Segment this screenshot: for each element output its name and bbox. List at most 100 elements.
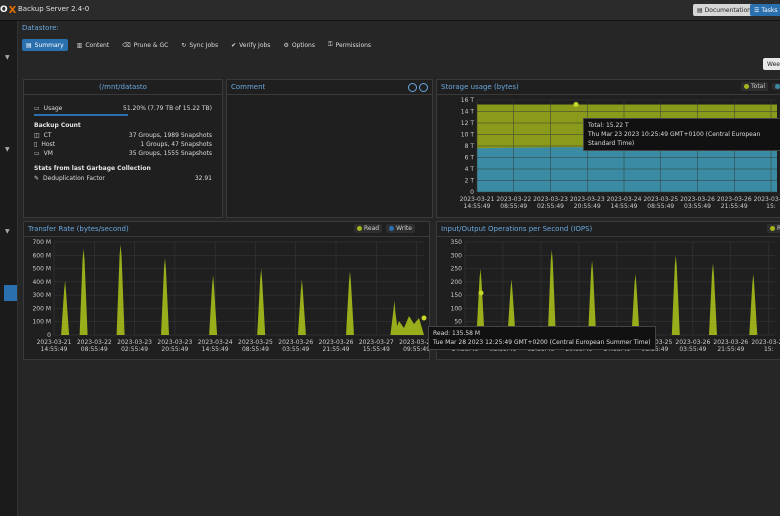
x-tick-label: 2023-03-23 [157, 339, 192, 346]
x-tick-label: 2023-03-21 [460, 196, 495, 203]
summary-title: (/mnt/datasto [24, 80, 222, 95]
series-read-peak [61, 280, 70, 335]
x-tick-label: 2023-03-26 [278, 339, 313, 346]
y-tick-label: 2 T [465, 178, 475, 185]
iops-chart-title: Input/Output Operations per Second (IOPS… [437, 222, 780, 237]
documentation-button[interactable]: ▤ Documentation [693, 4, 755, 16]
series-used-area [477, 147, 777, 192]
hdd-icon: ▭ [34, 105, 40, 112]
x-tick-label: 2023-03-27 [754, 196, 780, 203]
series-read-peak [161, 257, 169, 335]
legend-read[interactable]: Read [354, 224, 383, 233]
x-tick-label: 2023-03-26 [319, 339, 354, 346]
y-tick-label: 400 M [32, 279, 51, 286]
app-title: Backup Server 2.4-0 [18, 5, 90, 13]
comment-title: Comment [227, 80, 432, 95]
series-read-peak [709, 263, 717, 335]
sidebar: ▼ ▼ ▼ [0, 21, 18, 516]
x-tick-label: 2023-03-26 [675, 339, 710, 346]
x-tick-label: 09:55:49 [403, 346, 429, 353]
x-tick-label: 02:55:49 [537, 203, 564, 210]
x-tick-label: 2023-03-27 [359, 339, 394, 346]
x-tick-label: 08:55:49 [500, 203, 527, 210]
series-read-peak [209, 275, 218, 335]
y-tick-label: 350 [451, 239, 463, 246]
sidebar-item-selected[interactable] [4, 285, 17, 301]
chevron-down-icon[interactable]: ▼ [5, 228, 10, 235]
transfer-chart-panel: Transfer Rate (bytes/second) Read Write … [23, 221, 430, 360]
x-tick-label: 2023-03-22 [77, 339, 112, 346]
tab-sync-jobs[interactable]: ↻ Sync Jobs [177, 39, 222, 51]
hover-point [478, 290, 484, 296]
y-tick-label: 600 M [32, 252, 51, 259]
y-tick-label: 50 [454, 319, 462, 326]
x-tick-label: 21:55:49 [717, 346, 744, 353]
x-tick-label: 2023-03-24 [607, 196, 642, 203]
y-tick-label: 100 M [32, 319, 51, 326]
series-read-peak [116, 244, 125, 335]
legend-write[interactable]: Write [386, 224, 415, 233]
columns-icon: ▥ [76, 41, 83, 49]
legend-read-dot [357, 226, 362, 231]
tab-content[interactable]: ▥ Content [73, 39, 114, 51]
legend-used-dot [775, 84, 780, 89]
chevron-down-icon[interactable]: ▼ [5, 54, 10, 61]
book-icon: ▤ [26, 41, 32, 49]
x-tick-label: 08:55:49 [242, 346, 269, 353]
legend-total[interactable]: Total [741, 82, 769, 91]
tab-verify-jobs[interactable]: ✔ Verify Jobs [227, 39, 274, 51]
x-tick-label: 2023-03-25 [238, 339, 273, 346]
x-tick-label: 14:55:49 [464, 203, 491, 210]
proxmox-logo: OX [0, 4, 17, 16]
x-tick-label: 2023-03-26 [717, 196, 752, 203]
legend-read[interactable]: R [767, 224, 780, 233]
x-tick-label: 2023-03-27 [751, 339, 780, 346]
tab-bar: ▤ Summary ▥ Content ⌫ Prune & GC ↻ Sync Jobs ✔ Ve… [22, 39, 375, 51]
legend-write-dot [389, 226, 395, 231]
x-tick-label: 2023-03-28 [399, 339, 429, 346]
y-tick-label: 4 T [465, 166, 475, 173]
y-tick-label: 10 T [461, 132, 475, 139]
x-tick-label: 2023-03-23 [117, 339, 152, 346]
x-tick-label: 2023-03-23 [533, 196, 568, 203]
x-tick-label: 21:55:49 [323, 346, 350, 353]
chevron-down-icon[interactable]: ▼ [5, 146, 10, 153]
y-tick-label: 150 [451, 292, 463, 299]
tab-prune-gc[interactable]: ⌫ Prune & GC [118, 39, 172, 51]
gc-stats-title: Stats from last Garbage Collection [34, 165, 151, 172]
legend-used[interactable] [772, 83, 780, 90]
series-read-peak [547, 249, 556, 335]
tab-summary[interactable]: ▤ Summary [22, 39, 68, 51]
y-tick-label: 250 [451, 266, 463, 273]
tasks-button[interactable]: ☰ Tasks [750, 4, 780, 16]
storage-tooltip: Total: 15.22 T Thu Mar 23 2023 10:25:49 … [583, 118, 780, 151]
series-read-peak [749, 273, 758, 335]
y-tick-label: 12 T [461, 120, 475, 127]
x-tick-label: 08:55:49 [81, 346, 108, 353]
y-tick-label: 0 [470, 189, 474, 196]
x-tick-label: 2023-03-26 [680, 196, 715, 203]
legend-read-dot [770, 226, 775, 231]
series-read-peak [346, 271, 354, 335]
x-tick-label: 2023-03-21 [37, 339, 72, 346]
edit-icon[interactable] [419, 83, 428, 92]
timeframe-select[interactable]: Wee [763, 58, 780, 70]
y-tick-label: 300 [451, 252, 463, 259]
top-bar: OX Backup Server 2.4-0 ▤ Documentation ☰ T… [0, 0, 780, 21]
x-tick-label: 15: [764, 346, 774, 353]
x-tick-label: 15:55:49 [363, 346, 390, 353]
tab-permissions[interactable]: ⚿ Permissions [324, 39, 375, 51]
legend-total-dot [744, 84, 749, 89]
refresh-icon: ↻ [181, 41, 187, 49]
x-tick-label: 2023-03-23 [570, 196, 605, 203]
help-icon[interactable] [408, 83, 417, 92]
y-tick-label: 6 T [465, 155, 475, 162]
series-read-peak [79, 248, 88, 335]
check-circle-icon: ✔ [231, 41, 237, 49]
series-read-peak [297, 279, 306, 335]
x-tick-label: 20:55:49 [574, 203, 601, 210]
tab-options[interactable]: ⚙ Options [279, 39, 319, 51]
x-tick-label: 2023-03-26 [713, 339, 748, 346]
count-row-host: ▯ Host 1 Groups, 47 Snapshots [34, 141, 212, 148]
y-tick-label: 500 M [32, 266, 51, 273]
